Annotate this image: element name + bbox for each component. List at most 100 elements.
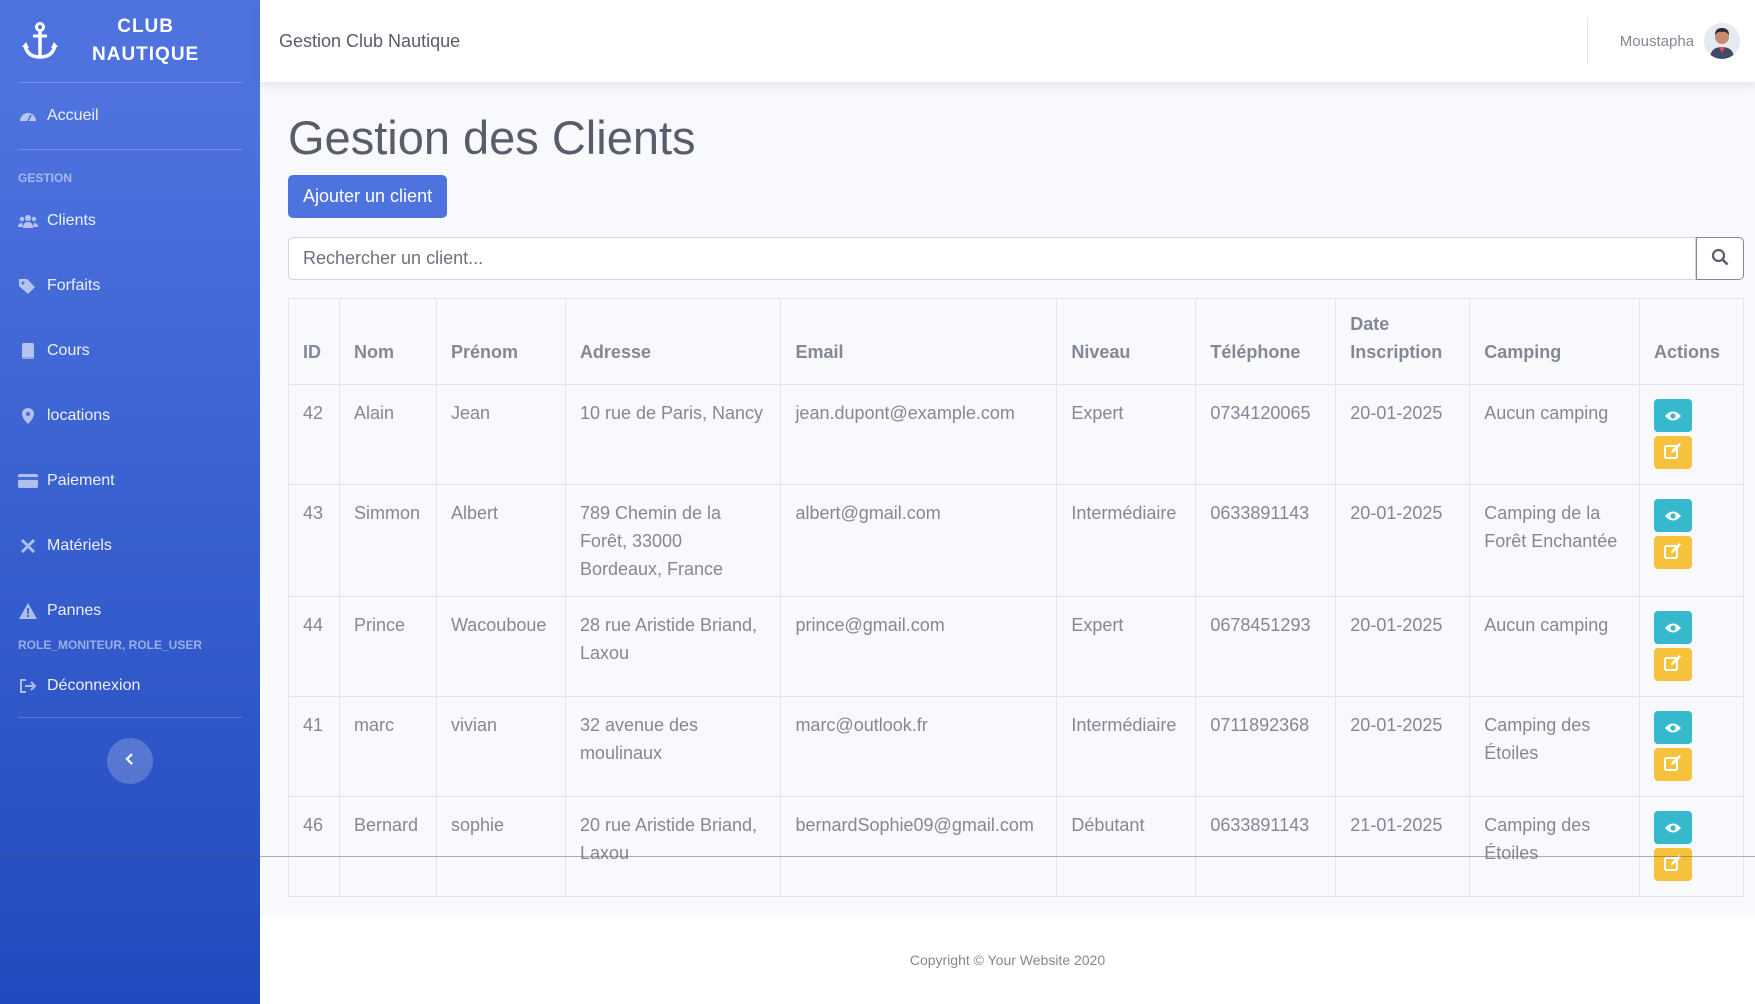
column-header[interactable]: Téléphone [1195, 298, 1337, 385]
cell-niveau: Débutant [1056, 796, 1197, 897]
edit-button[interactable] [1653, 848, 1692, 881]
sidebar-item-forfaits[interactable]: Forfaits [0, 253, 260, 318]
cell-niveau: Intermédiaire [1056, 484, 1197, 597]
cell-email: bernardSophie09@gmail.com [780, 796, 1058, 897]
edit-button[interactable] [1653, 748, 1692, 781]
sidebar-item-label: Déconnexion [47, 677, 141, 694]
brand-line-2: NAUTIQUE [92, 44, 200, 65]
add-client-button[interactable]: Ajouter un client [288, 175, 448, 218]
cell-camping: Camping des Étoiles [1469, 796, 1640, 897]
column-header[interactable]: Date Inscription [1335, 298, 1471, 385]
sidebar-item-label: Paiement [47, 471, 115, 489]
cell-prenom: vivian [435, 696, 566, 797]
cell-email: albert@gmail.com [780, 484, 1058, 597]
table-row: 43 Simmon Albert 789 Chemin de la Forêt,… [288, 484, 1744, 597]
topbar-divider [1586, 18, 1588, 64]
search-button[interactable] [1696, 237, 1744, 280]
cell-camping: Aucun camping [1469, 384, 1640, 485]
cell-id: 43 [288, 484, 340, 597]
search-input[interactable] [288, 237, 1696, 280]
cell-nom: marc [338, 696, 437, 797]
sidebar-item-label: Pannes [47, 601, 102, 619]
sidebar-item-pannes[interactable]: Pannes [0, 578, 260, 643]
cell-actions [1638, 384, 1744, 485]
overlay-divider [0, 856, 1755, 857]
edit-button[interactable] [1653, 648, 1692, 681]
column-header[interactable]: Camping [1469, 298, 1640, 385]
column-header[interactable]: Niveau [1056, 298, 1197, 385]
footer: Copyright © Your Website 2020 [260, 915, 1755, 1004]
table-row: 42 Alain Jean 10 rue de Paris, Nancy jea… [288, 384, 1744, 485]
cell-date: 20-01-2025 [1335, 384, 1471, 485]
page-title: Gestion des Clients [288, 111, 696, 164]
eye-icon [1664, 402, 1682, 430]
cell-camping: Camping des Étoiles [1469, 696, 1640, 797]
cell-camping: Aucun camping [1469, 596, 1640, 697]
cell-email: jean.dupont@example.com [780, 384, 1058, 485]
cell-telephone: 0711892368 [1195, 696, 1337, 797]
eye-icon [1664, 714, 1682, 742]
cell-id: 42 [288, 384, 340, 485]
sidebar-item-clients[interactable]: Clients [0, 188, 260, 253]
cell-adresse: 28 rue Aristide Briand, Laxou [564, 596, 782, 697]
column-header[interactable]: Adresse [564, 298, 782, 385]
copyright-text: Copyright © Your Website 2020 [909, 951, 1106, 968]
view-button[interactable] [1653, 611, 1692, 644]
sidebar-item-materiels[interactable]: Matériels [0, 513, 260, 578]
cell-date: 21-01-2025 [1335, 796, 1471, 897]
sidebar-divider [18, 717, 242, 718]
cell-email: marc@outlook.fr [780, 696, 1058, 797]
column-header[interactable]: Nom [338, 298, 437, 385]
user-name[interactable]: Moustapha [1620, 33, 1694, 50]
avatar[interactable] [1704, 23, 1740, 59]
tags-icon [18, 276, 38, 296]
cell-telephone: 0734120065 [1195, 384, 1337, 485]
cell-telephone: 0633891143 [1195, 796, 1337, 897]
sidebar-item-label: Matériels [47, 536, 112, 554]
cell-id: 41 [288, 696, 340, 797]
sidebar-item-paiement[interactable]: Paiement [0, 448, 260, 513]
search-bar [288, 237, 1744, 280]
cell-telephone: 0633891143 [1195, 484, 1337, 597]
sidebar-item-accueil[interactable]: Accueil [0, 83, 260, 149]
sidebar-item-cours[interactable]: Cours [0, 318, 260, 383]
column-header[interactable]: Email [780, 298, 1058, 385]
cell-camping: Camping de la Forêt Enchantée [1469, 484, 1640, 597]
column-header[interactable]: Actions [1638, 298, 1744, 385]
view-button[interactable] [1653, 711, 1692, 744]
view-button[interactable] [1653, 811, 1692, 844]
column-header[interactable]: Prénom [435, 298, 566, 385]
cell-niveau: Intermédiaire [1056, 696, 1197, 797]
cell-date: 20-01-2025 [1335, 696, 1471, 797]
view-button[interactable] [1653, 399, 1692, 432]
view-button[interactable] [1653, 499, 1692, 532]
sidebar-item-deconnexion[interactable]: Déconnexion [0, 655, 260, 717]
sidebar-item-label: Forfaits [47, 276, 101, 294]
cell-telephone: 0678451293 [1195, 596, 1337, 697]
cell-date: 20-01-2025 [1335, 596, 1471, 697]
warning-icon [18, 601, 38, 621]
cell-adresse: 32 avenue des moulinaux [564, 696, 782, 797]
cell-adresse: 20 rue Aristide Briand, Laxou [564, 796, 782, 897]
edit-icon [1663, 651, 1682, 679]
sidebar-item-label: Clients [47, 211, 96, 229]
brand-line-1: CLUB [117, 16, 174, 37]
cell-niveau: Expert [1056, 596, 1197, 697]
edit-button[interactable] [1653, 536, 1692, 569]
column-header[interactable]: ID [288, 298, 340, 385]
clients-table: ID Nom Prénom Adresse Email Niveau Télép… [288, 298, 1744, 897]
table-row: 41 marc vivian 32 avenue des moulinaux m… [288, 696, 1744, 797]
cell-nom: Alain [338, 384, 437, 485]
cell-actions [1638, 796, 1744, 897]
edit-button[interactable] [1653, 436, 1692, 469]
brand[interactable]: CLUB NAUTIQUE [0, 0, 260, 82]
chevron-left-icon [125, 752, 135, 770]
cell-id: 44 [288, 596, 340, 697]
sidebar-item-label: Cours [47, 341, 90, 359]
sidebar-item-locations[interactable]: locations [0, 383, 260, 448]
map-marker-icon [18, 406, 38, 426]
cell-prenom: Jean [435, 384, 566, 485]
eye-icon [1664, 814, 1682, 842]
cell-nom: Bernard [338, 796, 437, 897]
sidebar-toggle-button[interactable] [107, 738, 153, 784]
